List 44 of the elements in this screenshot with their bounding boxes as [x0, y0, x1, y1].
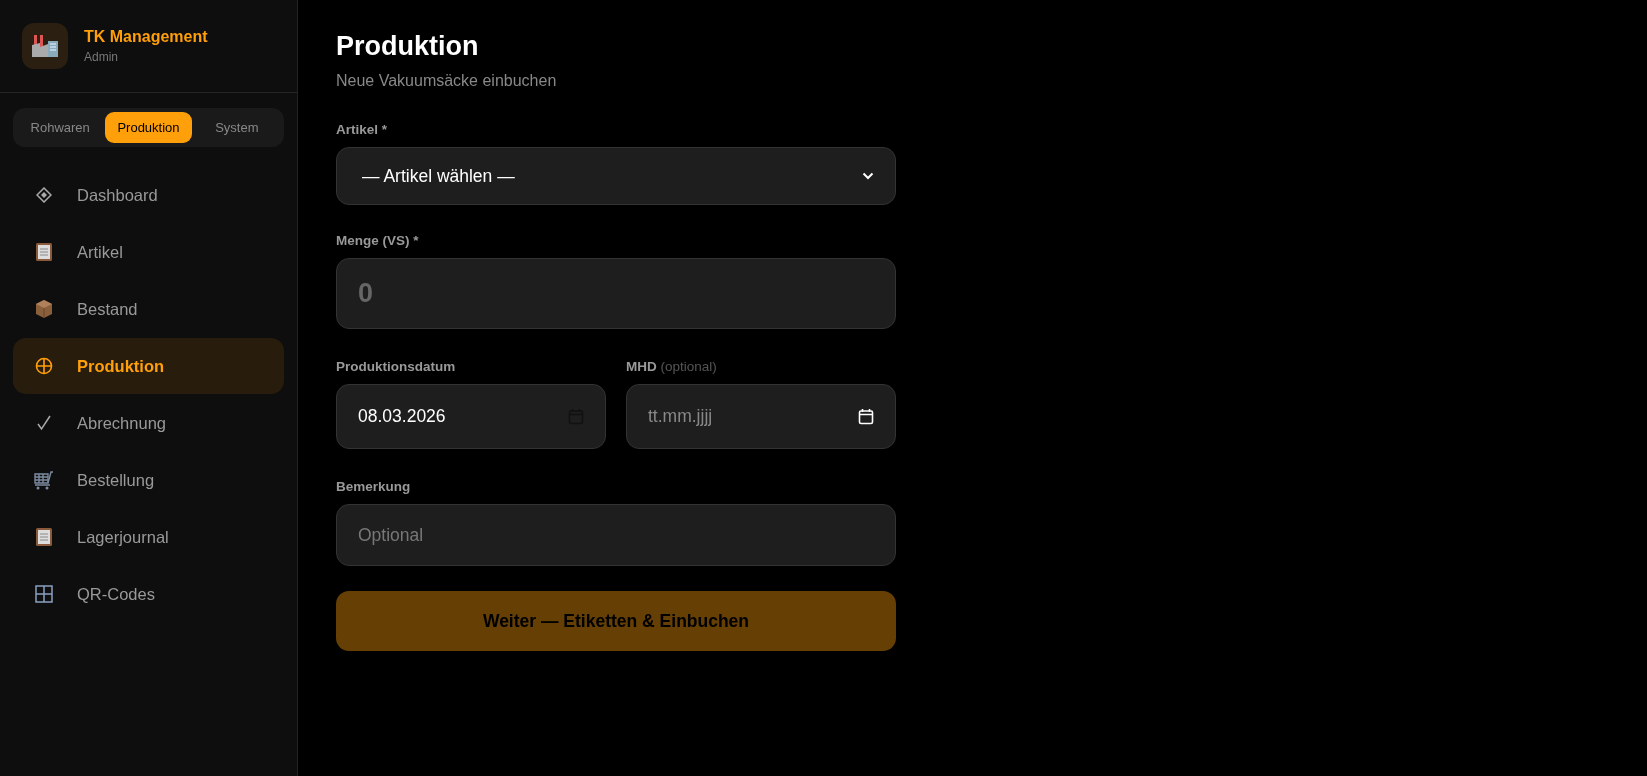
- quantity-input[interactable]: 0: [336, 258, 896, 329]
- diamond-icon: [36, 187, 52, 203]
- box-icon: [35, 299, 53, 319]
- nav-item[interactable]: Abrechnung: [13, 395, 284, 451]
- nav-item[interactable]: Produktion: [13, 338, 284, 394]
- check-icon: [37, 415, 51, 431]
- grid-icon: [35, 585, 53, 603]
- page-subtitle: Neue Vakuumsäcke einbuchen: [336, 72, 558, 90]
- factory-icon: [22, 23, 68, 69]
- app-title: TK Management: [84, 28, 208, 46]
- chevron-icon: [862, 172, 874, 180]
- nav-label: QR-Codes: [77, 584, 155, 604]
- cart-icon: [34, 470, 54, 490]
- nav-item[interactable]: QR-Codes: [13, 566, 284, 622]
- nav-item[interactable]: Dashboard: [13, 167, 284, 223]
- clipboard-icon: [35, 527, 53, 547]
- article-select[interactable]: — Artikel wählen —: [336, 147, 896, 205]
- nav-item[interactable]: Artikel: [13, 224, 284, 280]
- nav-label: Bestand: [77, 299, 138, 319]
- nav-label: Abrechnung: [77, 413, 166, 433]
- clipboard-icon: [35, 242, 53, 262]
- field-label: Menge (VS) *: [336, 233, 420, 248]
- mode-tab[interactable]: Produktion: [105, 112, 192, 143]
- nav-label: Bestellung: [77, 470, 155, 490]
- mode-tab[interactable]: System: [193, 112, 280, 143]
- user-role: Admin: [84, 50, 119, 64]
- nav-item[interactable]: Bestellung: [13, 452, 284, 508]
- crosshair-icon: [35, 357, 53, 375]
- field-label: MHD (optional): [626, 359, 718, 374]
- field-label: Bemerkung: [336, 479, 412, 494]
- mode-tab[interactable]: Rohwaren: [17, 112, 104, 143]
- remark-input[interactable]: Optional: [336, 504, 896, 566]
- nav-item[interactable]: Bestand: [13, 281, 284, 337]
- field-label: Artikel *: [336, 122, 389, 137]
- date-input[interactable]: 08.03.2026: [336, 384, 606, 449]
- nav-label: Produktion: [77, 356, 165, 376]
- date-input[interactable]: tt.mm.jjjj: [626, 384, 896, 449]
- nav-label: Dashboard: [77, 185, 158, 205]
- nav-item[interactable]: Lagerjournal: [13, 509, 284, 565]
- nav-label: Artikel: [77, 242, 123, 262]
- page-title: Produktion: [336, 31, 480, 62]
- calendar-icon[interactable]: [858, 408, 874, 425]
- field-label: Produktionsdatum: [336, 359, 457, 374]
- nav-label: Lagerjournal: [77, 527, 169, 547]
